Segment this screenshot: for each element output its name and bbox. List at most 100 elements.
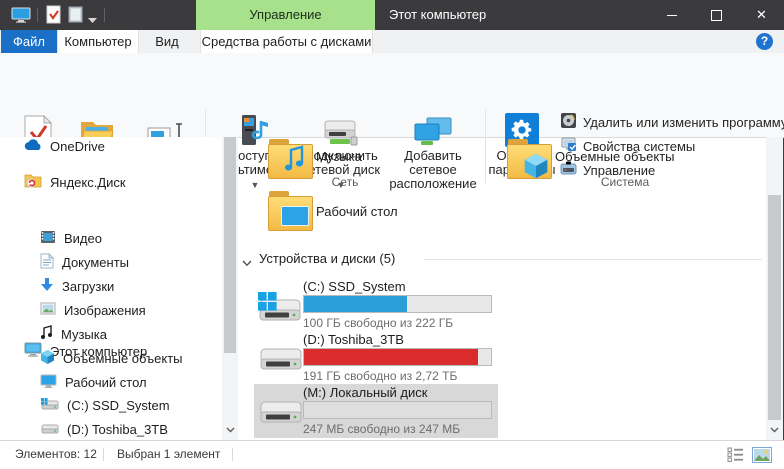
quick-access-separator [37,8,38,22]
sidebar-item-label: Рабочий стол [65,375,147,390]
folder-tile-music[interactable] [268,139,312,179]
sidebar-item-label: Загрузки [62,279,114,294]
system-drive-icon [40,397,59,414]
sidebar-scrollbar[interactable] [222,137,238,441]
sidebar-item-video[interactable]: Видео [0,226,222,250]
uninstall-program-label: Удалить или изменить программу [583,115,784,130]
status-divider [103,448,104,461]
media-access-icon [239,111,271,147]
documents-icon [40,253,54,272]
properties-quick-icon[interactable] [46,5,61,29]
sidebar-item-yandex-disk[interactable]: Яндекс.Диск [0,170,222,194]
group-label-system: Система [585,175,665,189]
maximize-button[interactable] [694,0,739,30]
ribbon: Свойства Открыть Переименовать Расположе… [0,53,784,138]
folder-label[interactable]: Объемные объекты [555,149,675,164]
add-network-location-button[interactable]: Добавить сетевое расположение [383,111,483,191]
drive-free-space: 247 МБ свободно из 247 МБ [303,422,460,436]
system-drive-icon [256,290,302,331]
network-drive-icon [322,111,360,147]
drive-usage-fill [304,349,478,365]
sidebar-item-label: Объемные объекты [63,351,183,366]
sidebar-item-onedrive[interactable]: OneDrive [0,137,222,158]
section-collapse-icon[interactable] [242,254,252,264]
contextual-tab-manage[interactable]: Управление [196,0,375,30]
yandex-disk-icon [24,173,42,191]
title-bar: Управление Этот компьютер ✕ [0,0,784,30]
onedrive-cloud-icon [24,139,42,154]
scroll-down-arrow-icon[interactable] [222,420,238,438]
music-icon [40,325,53,343]
folder-label[interactable]: Музыка [316,149,362,164]
minimize-icon [667,15,677,16]
drive-icon [258,345,304,382]
cube-3d-icon [40,349,55,368]
sidebar-item-label: Яндекс.Диск [50,175,126,190]
sidebar-item-label: OneDrive [50,139,105,154]
sidebar-item-desktop[interactable]: Рабочий стол [0,370,222,394]
computer-icon[interactable] [11,7,31,28]
drive-usage-fill [304,296,407,312]
content-scrollbar-thumb[interactable] [768,195,781,420]
sidebar-item-label: Музыка [61,327,107,342]
sidebar-item-pictures[interactable]: Изображения [0,298,222,322]
sidebar-scrollbar-thumb[interactable] [224,137,236,353]
sidebar-item-label: (D:) Toshiba_3TB [67,422,168,437]
drive-name: (D:) Toshiba_3TB [303,332,404,347]
drive-icon [40,421,59,438]
help-icon[interactable]: ? [756,33,773,50]
sidebar-item-downloads[interactable]: Загрузки [0,274,222,298]
quick-access-dropdown-icon[interactable] [88,11,97,29]
ribbon-tab-row: Файл Компьютер Вид Средства работы с дис… [0,30,784,54]
tab-computer[interactable]: Компьютер [57,30,139,53]
tab-drive-tools[interactable]: Средства работы с дисками [200,30,373,53]
close-button[interactable]: ✕ [739,0,784,30]
content-scrollbar[interactable] [766,137,783,441]
maximize-icon [711,10,722,21]
new-folder-icon[interactable] [68,6,83,28]
sidebar-item-drive-d[interactable]: (D:) Toshiba_3TB [0,417,222,441]
sidebar-item-3d-objects[interactable]: Объемные объекты [0,346,222,370]
drive-name: (C:) SSD_System [303,279,406,294]
scroll-down-arrow-icon[interactable] [766,420,783,438]
section-header-line [424,259,762,260]
sidebar-item-music[interactable]: Музыка [0,322,222,346]
tab-file[interactable]: Файл [1,30,57,53]
add-network-location-label: Добавить сетевое расположение [383,149,483,191]
uninstall-program-button[interactable]: Удалить или изменить программу [560,112,784,132]
drive-usage-bar [303,295,492,313]
downloads-icon [40,277,54,295]
quick-access-separator [104,8,105,22]
group-separator [485,110,486,183]
sidebar-item-drive-c[interactable]: (C:) SSD_System [0,393,222,417]
uninstall-disc-icon [560,112,577,132]
folder-label[interactable]: Рабочий стол [316,204,398,219]
cube-3d-icon [523,152,549,180]
minimize-button[interactable] [649,0,694,30]
drive-usage-bar [303,348,492,366]
thumbnail-view-icon[interactable] [752,447,772,468]
network-location-icon [413,111,453,147]
items-count: Элементов: 12 [15,441,97,468]
sidebar-item-label: Документы [62,255,129,270]
sidebar-item-label: Видео [64,231,102,246]
drive-icon [258,398,304,435]
tab-view[interactable]: Вид [137,30,197,53]
status-divider [232,448,233,461]
selection-count: Выбран 1 элемент [117,441,220,468]
drive-free-space: 100 ГБ свободно из 222 ГБ [303,316,453,330]
explorer-window: Управление Этот компьютер ✕ Файл Компьют… [0,0,784,469]
section-header-devices-and-drives[interactable]: Устройства и диски (5) [259,251,395,266]
close-icon: ✕ [756,0,767,30]
details-view-icon[interactable] [727,447,744,467]
folder-tile-desktop[interactable] [268,191,312,231]
video-icon [40,230,56,247]
sidebar-item-documents[interactable]: Документы [0,250,222,274]
folder-tile-3d-objects[interactable] [507,139,551,179]
desktop-icon [40,374,57,391]
desktop-screen-icon [281,206,309,226]
sidebar-item-label: (C:) SSD_System [67,398,170,413]
status-bar: Элементов: 12 Выбран 1 элемент [0,440,784,469]
music-note-icon [283,145,305,173]
window-title: Этот компьютер [389,0,486,30]
